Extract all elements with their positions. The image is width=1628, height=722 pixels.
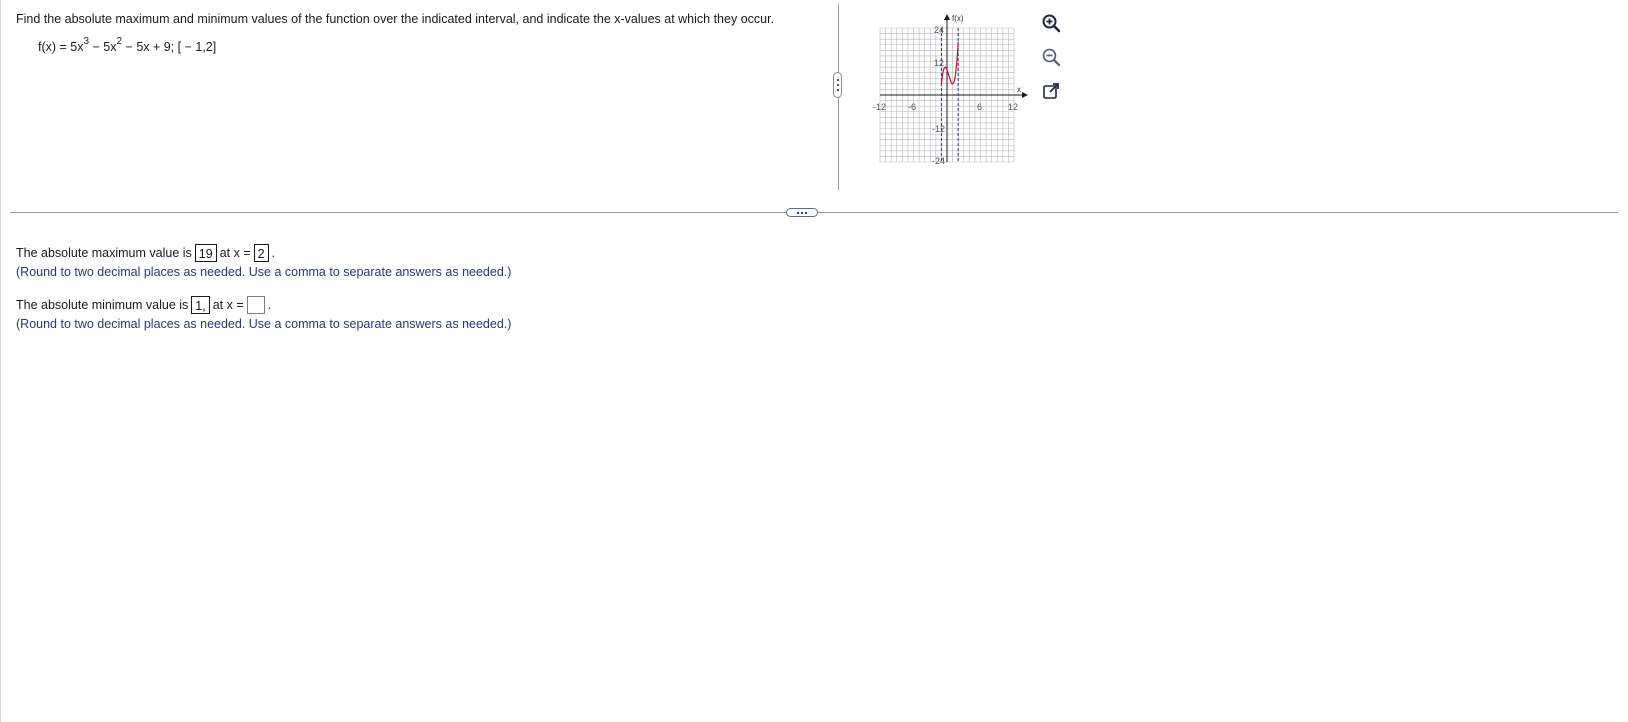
max-x-input[interactable]: 2 [253, 244, 269, 262]
y-tick-12: 12 [934, 58, 944, 68]
graph-tools [1040, 12, 1062, 114]
x-tick-12: 12 [1008, 102, 1018, 112]
min-answer-line: The absolute minimum value is 1, at x = … [16, 295, 511, 315]
y-axis-arrow [944, 14, 950, 20]
x-tick-6: 6 [977, 102, 982, 112]
y-tick-neg24: -24 [932, 156, 945, 166]
max-label: The absolute maximum value is [16, 246, 192, 260]
min-value-input[interactable]: 1, [191, 296, 210, 314]
max-period: . [271, 246, 276, 260]
zoom-in-button[interactable] [1040, 12, 1062, 34]
zoom-out-button[interactable] [1040, 46, 1062, 68]
x-tick-neg6: -6 [908, 102, 916, 112]
y-tick-neg12: -12 [932, 124, 945, 134]
x-axis-label: x [1017, 85, 1021, 94]
y-tick-24: 24 [934, 25, 944, 35]
vertical-splitter-handle[interactable] [833, 72, 842, 98]
zoom-out-icon [1042, 48, 1061, 67]
popout-button[interactable] [1040, 80, 1062, 102]
question-prompt: Find the absolute maximum and minimum va… [16, 12, 775, 26]
graph-svg: 24 12 -12 -24 -12 -6 6 12 f(x) x [873, 14, 1028, 166]
horizontal-splitter-handle[interactable] [786, 208, 818, 217]
max-answer-line: The absolute maximum value is 19 at x = … [16, 243, 511, 263]
answer-section: The absolute maximum value is 19 at x = … [16, 243, 511, 333]
popout-icon [1043, 83, 1059, 99]
min-at-label: at x = [212, 298, 244, 312]
min-x-input[interactable] [246, 296, 265, 314]
function-graph[interactable]: 24 12 -12 -24 -12 -6 6 12 f(x) x [872, 6, 1040, 171]
left-border [0, 0, 1, 722]
zoom-in-icon [1042, 14, 1061, 33]
max-at-label: at x = [219, 246, 251, 260]
x-axis-arrow [1022, 92, 1028, 98]
y-axis-label: f(x) [952, 14, 964, 23]
min-label: The absolute minimum value is [16, 298, 189, 312]
min-hint: (Round to two decimal places as needed. … [16, 317, 512, 331]
function-expression: f(x) = 5x3 − 5x2 − 5x + 9; [ − 1,2] [38, 35, 217, 54]
min-period: . [267, 298, 272, 312]
max-hint: (Round to two decimal places as needed. … [16, 265, 512, 279]
x-tick-neg12: -12 [873, 102, 886, 112]
max-value-input[interactable]: 19 [194, 244, 217, 262]
